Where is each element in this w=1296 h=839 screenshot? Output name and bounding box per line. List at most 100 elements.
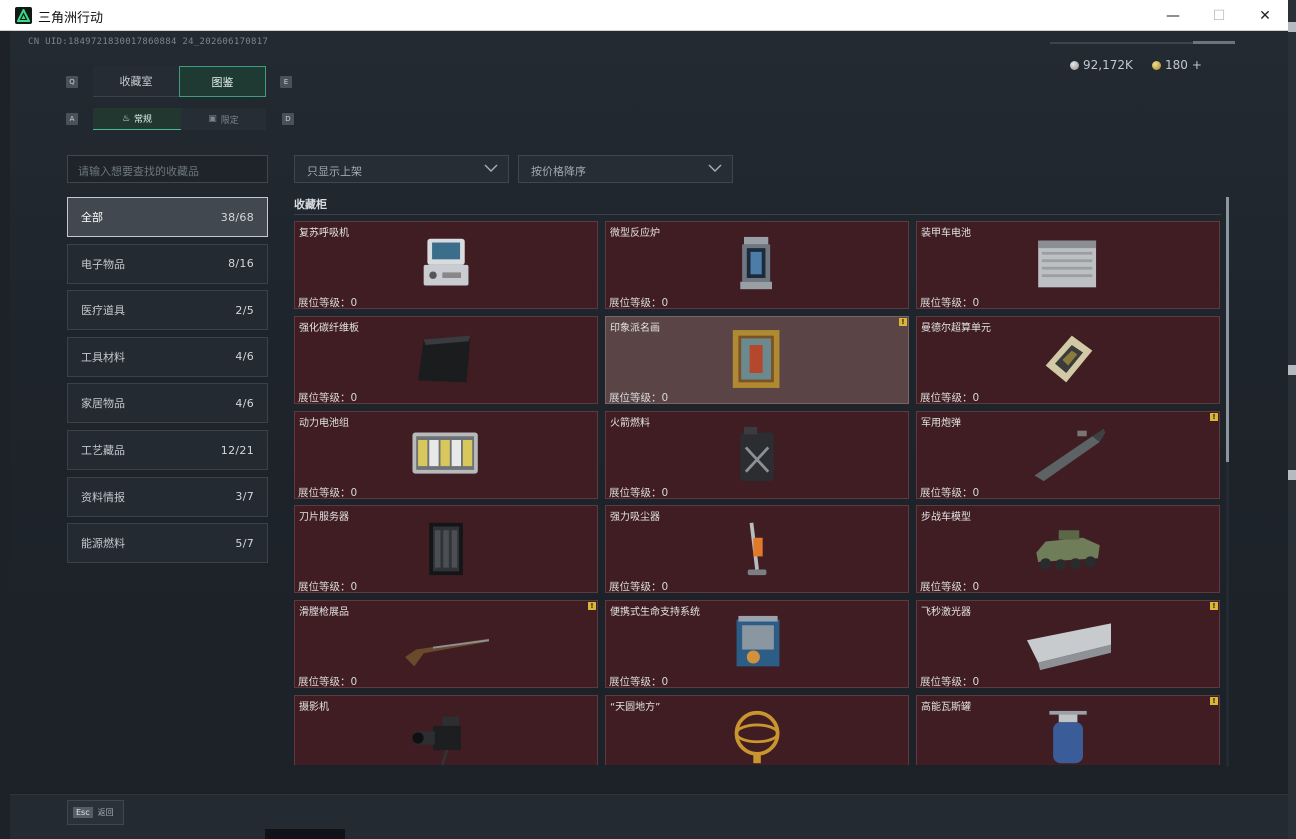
life-support-icon (736, 616, 780, 667)
tab-codex[interactable]: 图鉴 (179, 66, 266, 97)
subtab-regular-label: 常规 (134, 115, 153, 125)
carbon-plate-icon (418, 335, 471, 383)
category-label: 全部 (81, 211, 103, 224)
warning-icon: ! (1210, 412, 1218, 421)
category-item[interactable]: 电子物品 8/16 (67, 243, 268, 284)
item-display-level: 展位等级：0 (298, 486, 358, 499)
subtab-regular[interactable]: ♨ 常规 (93, 108, 181, 130)
window-title: 三角洲行动 (38, 10, 104, 25)
battery-pack-icon (412, 432, 478, 474)
maximize-button[interactable]: ☐ (1196, 0, 1242, 31)
top-divider-accent (1193, 41, 1235, 44)
window-titlebar[interactable]: 三角洲行动 — ☐ ✕ (0, 0, 1288, 31)
category-count: 4/6 (235, 396, 254, 410)
collection-card[interactable]: 微型反应炉 展位等级：0 (605, 221, 909, 309)
category-item[interactable]: 资料情报 3/7 (67, 476, 268, 517)
app-logo-icon (15, 7, 32, 24)
close-button[interactable]: ✕ (1242, 0, 1288, 31)
reactor-icon (740, 236, 772, 290)
key-hint-prev-subtab: A (66, 113, 78, 125)
silver-balance: 92,172K (1070, 58, 1133, 72)
search-input[interactable]: 请输入想要查找的收藏品 (67, 155, 268, 183)
collection-card[interactable]: 滑膛枪展品 展位等级：0! (294, 600, 598, 689)
vacuum-icon (747, 522, 767, 576)
subtab-limited-label: 限定 (220, 115, 239, 126)
desktop-edge-glyph (1288, 365, 1296, 375)
item-display-level: 展位等级：0 (609, 297, 669, 309)
add-currency-button[interactable]: + (1192, 58, 1202, 72)
category-item[interactable]: 工艺藏品 12/21 (67, 430, 268, 470)
category-item[interactable]: 能源燃料 5/7 (67, 523, 268, 564)
camera-icon (412, 716, 461, 765)
silver-coin-icon (1070, 60, 1079, 70)
category-item[interactable]: 家居物品 4/6 (67, 383, 268, 424)
collection-card[interactable]: 摄影机展位等级：0 (294, 695, 598, 765)
bottom-bar (10, 794, 1288, 839)
warning-icon: ! (1210, 697, 1218, 705)
category-count: 3/7 (235, 490, 254, 504)
collection-card[interactable]: 飞秒激光器 展位等级：0! (916, 600, 1220, 689)
fuel-can-icon (740, 426, 774, 481)
item-name: 动力电池组 (299, 417, 349, 429)
category-label: 资料情报 (81, 490, 125, 504)
category-count: 38/68 (220, 210, 254, 224)
key-hint-prev-tab: Q (66, 76, 78, 88)
item-display-level: 展位等级：0 (298, 297, 358, 309)
back-button[interactable]: Esc 返回 (67, 800, 124, 825)
collection-card[interactable]: 军用炮弹 展位等级：0! (916, 410, 1220, 499)
category-item[interactable]: 医疗道具 2/5 (67, 290, 268, 331)
shelf-filter-value: 只显示上架 (307, 165, 362, 178)
sort-value: 按价格降序 (531, 165, 586, 178)
flame-icon: ♨ (121, 113, 131, 124)
collection-card[interactable]: 步战车模型 展位等级：0 (916, 505, 1220, 594)
item-name: 刀片服务器 (299, 512, 349, 524)
item-name: 强化碳纤维板 (299, 322, 359, 334)
item-display-level: 展位等级：0 (298, 676, 358, 689)
collection-card[interactable]: 火箭燃料 展位等级：0 (605, 410, 909, 499)
collection-card[interactable]: 装甲车电池展位等级：0 (916, 221, 1220, 309)
back-label: 返回 (97, 808, 114, 817)
key-hint-next-tab: E (280, 76, 292, 88)
item-name: 装甲车电池 (921, 228, 971, 239)
collection-card[interactable]: 曼德尔超算单元 展位等级：0 (916, 315, 1220, 404)
tab-collection-room[interactable]: 收藏室 (93, 66, 179, 97)
collection-card[interactable]: 强力吸尘器 展位等级：0 (605, 505, 909, 594)
silver-amount: 92,172K (1083, 58, 1133, 72)
item-name: 印象派名画 (610, 322, 660, 334)
collection-card[interactable]: 刀片服务器 展位等级：0 (294, 505, 598, 594)
collection-card[interactable]: 便携式生命支持系统 展位等级：0 (605, 600, 909, 689)
desktop-edge-glyph (1288, 22, 1296, 32)
laser-icon (1027, 623, 1111, 671)
vehicle-icon (1036, 530, 1100, 571)
collection-grid: 复苏呼吸机 展位等级：0 微型反应炉 展位等级：0 装甲车电池 展位等级：0 强化碳纤维板展… (294, 221, 1224, 765)
chip-icon (1045, 335, 1093, 383)
grid-scroll-thumb[interactable] (1226, 197, 1229, 462)
category-label: 工艺藏品 (81, 444, 125, 457)
item-display-level: 展位等级：0 (298, 391, 358, 404)
gold-amount: 180 (1165, 58, 1188, 72)
item-name: 高能瓦斯罐 (921, 702, 971, 713)
collection-card[interactable]: 高能瓦斯罐展位等级：0! (916, 695, 1220, 765)
collection-card[interactable]: 动力电池组展位等级：0 (294, 410, 598, 499)
category-count: 4/6 (235, 350, 254, 364)
collection-card[interactable]: 印象派名画 展位等级：0! (605, 315, 909, 404)
item-display-level: 展位等级：0 (920, 297, 980, 309)
category-count: 12/21 (220, 443, 254, 457)
collection-card[interactable]: 复苏呼吸机 展位等级：0 (294, 221, 598, 309)
collection-card[interactable]: 强化碳纤维板 展位等级：0 (294, 315, 598, 404)
subtab-limited[interactable]: ▣ 限定 (181, 108, 266, 130)
category-label: 家居物品 (81, 397, 125, 411)
collection-card[interactable]: “天圆地方”展位等级：0 (605, 695, 909, 765)
category-count: 8/16 (228, 257, 254, 271)
category-item[interactable]: 工具材料 4/6 (67, 336, 268, 377)
minimize-button[interactable]: — (1150, 0, 1196, 31)
gold-balance[interactable]: 180 + (1152, 58, 1202, 72)
item-name: 步战车模型 (921, 512, 971, 524)
category-item[interactable]: 全部 38/68 (67, 197, 268, 237)
category-label: 能源燃料 (81, 537, 125, 551)
item-name: 滑膛枪展品 (299, 607, 349, 619)
category-label: 电子物品 (81, 257, 125, 271)
shelf-filter-dropdown[interactable]: 只显示上架 (294, 155, 509, 183)
ventilator-icon (423, 238, 469, 286)
sort-dropdown[interactable]: 按价格降序 (518, 155, 733, 183)
